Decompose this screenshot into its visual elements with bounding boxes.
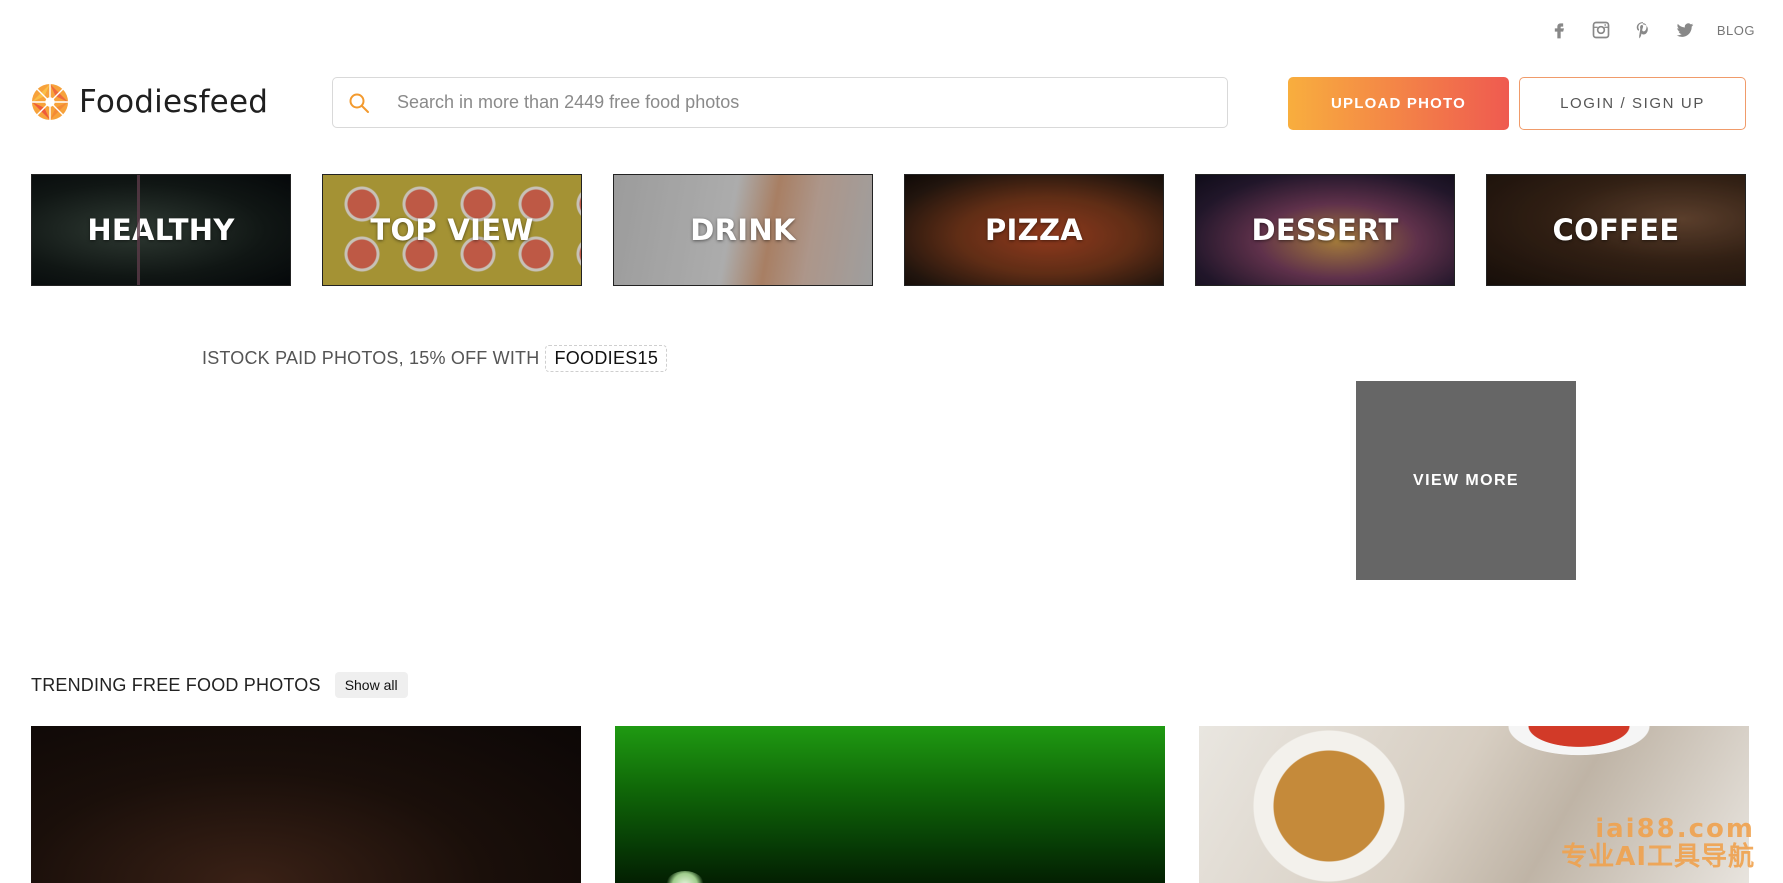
watermark: iai88.com 专业AI工具导航 [1561, 816, 1755, 871]
promo-text: ISTOCK PAID PHOTOS, 15% OFF WITH [202, 348, 540, 368]
watermark-line-1: iai88.com [1595, 814, 1755, 845]
show-all-button[interactable]: Show all [334, 672, 408, 698]
search-icon [349, 93, 369, 113]
search-bar[interactable] [332, 77, 1228, 128]
category-label: PIZZA [905, 175, 1163, 285]
category-top-view[interactable]: TOP VIEW [322, 174, 582, 286]
trending-photo[interactable] [615, 726, 1165, 883]
logo-text: Foodiesfeed [79, 84, 269, 120]
trending-photos [31, 726, 1749, 883]
category-pizza[interactable]: PIZZA [904, 174, 1164, 286]
trending-title: TRENDING FREE FOOD PHOTOS [31, 674, 321, 695]
category-label: DRINK [614, 175, 872, 285]
category-label: HEALTHY [87, 213, 235, 247]
upload-photo-button[interactable]: UPLOAD PHOTO [1288, 77, 1509, 130]
trending-header: TRENDING FREE FOOD PHOTOS Show all [31, 672, 408, 698]
promo-code[interactable]: FOODIES15 [545, 345, 668, 372]
top-social-bar: BLOG [1549, 20, 1755, 40]
watermark-line-2: 专业AI工具导航 [1561, 841, 1755, 872]
pinterest-icon[interactable] [1633, 20, 1653, 40]
site-logo[interactable]: Foodiesfeed [31, 83, 268, 121]
category-label: DESSERT [1196, 175, 1454, 285]
twitter-icon[interactable] [1675, 20, 1695, 40]
login-signup-button[interactable]: LOGIN / SIGN UP [1519, 77, 1746, 130]
category-healthy[interactable]: HEALTHY [31, 174, 291, 286]
trending-photo[interactable] [31, 726, 581, 883]
category-tiles: HEALTHY TOP VIEW DRINK PIZZA DESSERT COF… [31, 174, 1746, 286]
blog-link[interactable]: BLOG [1717, 23, 1755, 38]
view-more-button[interactable]: VIEW MORE [1356, 381, 1576, 580]
category-coffee[interactable]: COFFEE [1486, 174, 1746, 286]
category-label: COFFEE [1487, 175, 1745, 285]
aperture-logo-icon [31, 83, 69, 121]
instagram-icon[interactable] [1591, 20, 1611, 40]
category-label: TOP VIEW [323, 175, 581, 285]
category-dessert[interactable]: DESSERT [1195, 174, 1455, 286]
search-input[interactable] [395, 91, 1227, 114]
istock-promo: ISTOCK PAID PHOTOS, 15% OFF WITH FOODIES… [202, 345, 668, 372]
facebook-icon[interactable] [1549, 20, 1569, 40]
category-drink[interactable]: DRINK [613, 174, 873, 286]
